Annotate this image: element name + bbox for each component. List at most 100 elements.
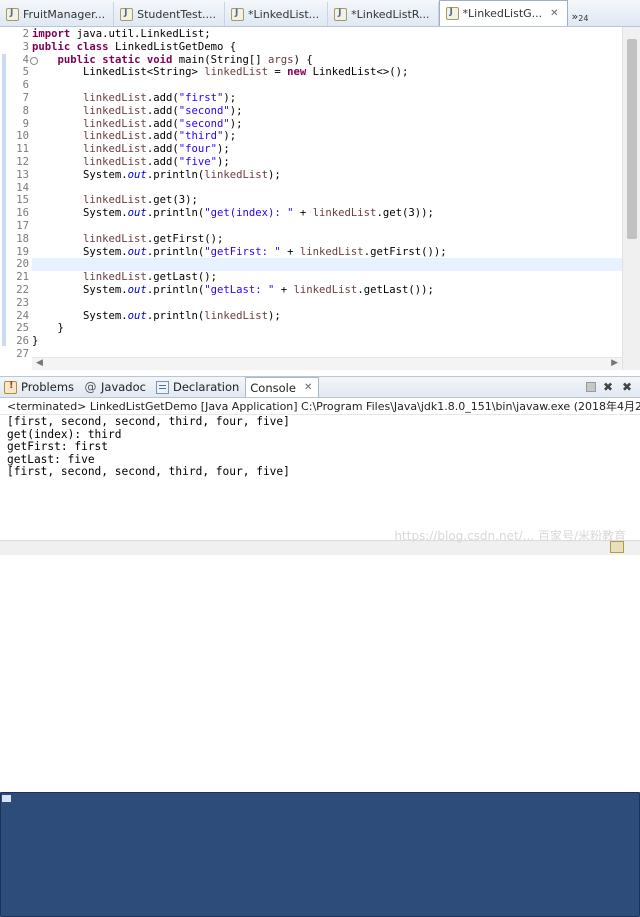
console-icon xyxy=(0,792,640,917)
code-line[interactable]: System.out.println("get(index): " + link… xyxy=(32,207,622,220)
line-number: 20 xyxy=(16,258,29,271)
code-line[interactable]: } xyxy=(32,335,622,348)
line-number: 13 xyxy=(16,168,29,181)
line-number: 24 xyxy=(16,309,29,322)
java-file-icon xyxy=(120,7,134,21)
code-line[interactable]: public class LinkedListGetDemo { xyxy=(32,41,622,54)
panel-tab-console[interactable]: Console ✕ xyxy=(0,377,640,917)
code-line[interactable] xyxy=(32,220,622,233)
scroll-left-icon[interactable]: ◀ xyxy=(36,358,43,368)
code-line[interactable]: LinkedList<String> linkedList = new Link… xyxy=(32,66,622,79)
declaration-icon xyxy=(155,380,169,394)
editor-tab[interactable]: FruitManager... xyxy=(0,2,115,26)
panel-tab-javadoc[interactable]: @ Javadoc xyxy=(80,377,152,397)
java-file-icon xyxy=(6,7,19,21)
hidden-tabs-count: 24 xyxy=(578,14,589,23)
panel-tab-bar: Problems @ Javadoc Declaration Console ✕ ✖ ✖ xyxy=(0,376,640,917)
code-line[interactable] xyxy=(32,297,622,310)
scrollbar-thumb[interactable] xyxy=(627,39,637,239)
editor-tab[interactable]: StudentTest.... xyxy=(114,2,226,26)
console-toolbar: ✖ ✖ xyxy=(586,380,640,394)
line-number: 6 xyxy=(22,79,29,92)
line-number: 23 xyxy=(16,296,29,309)
overview-ruler xyxy=(0,27,8,370)
code-line[interactable]: System.out.println(linkedList); xyxy=(32,169,622,182)
code-line[interactable]: } xyxy=(32,322,622,335)
line-number: 27 xyxy=(16,347,29,360)
line-number: 3 xyxy=(22,40,29,53)
terminate-icon[interactable] xyxy=(586,382,596,392)
horizontal-scrollbar[interactable]: ◀ ▶ xyxy=(32,357,622,370)
code-line[interactable]: linkedList.getLast(); xyxy=(32,271,622,284)
chevron-double-right-icon: » xyxy=(571,10,579,23)
line-number: 26 xyxy=(16,335,29,348)
code-line[interactable]: linkedList.add("second"); xyxy=(32,118,622,131)
console-output[interactable]: [first, second, second, third, four, fiv… xyxy=(0,415,640,540)
editor-tab-label: StudentTest.... xyxy=(137,7,217,21)
line-number: 5 xyxy=(22,66,29,79)
scroll-right-icon[interactable]: ▶ xyxy=(611,358,618,368)
trim-stack-icon[interactable] xyxy=(610,541,624,553)
code-line[interactable]: linkedList.add("third"); xyxy=(32,130,622,143)
java-file-icon xyxy=(334,7,348,21)
code-line[interactable]: linkedList.add("four"); xyxy=(32,143,622,156)
code-line[interactable]: linkedList.add("first"); xyxy=(32,92,622,105)
problems-icon xyxy=(4,380,17,394)
line-number: 10 xyxy=(16,130,29,143)
console-line: [first, second, second, third, four, fiv… xyxy=(7,465,290,479)
code-line[interactable]: import java.util.LinkedList; xyxy=(32,28,622,41)
panel-tab-problems[interactable]: Problems xyxy=(0,377,80,397)
code-area[interactable]: import java.util.LinkedList; public class… xyxy=(32,27,622,357)
line-number: 21 xyxy=(16,271,29,284)
editor-tab-label: FruitManager... xyxy=(23,7,106,21)
close-tab-icon[interactable]: ✕ xyxy=(550,8,558,19)
panel-tab-declaration[interactable]: Declaration xyxy=(152,377,245,397)
code-line[interactable]: System.out.println("getFirst: " + linked… xyxy=(32,246,622,259)
editor-tab-label: *LinkedList... xyxy=(248,7,320,21)
remove-launch-icon[interactable]: ✖ xyxy=(601,380,615,394)
code-line[interactable]: linkedList.get(3); xyxy=(32,194,622,207)
tabs-overflow-button[interactable]: » 24 xyxy=(568,10,593,26)
code-line[interactable] xyxy=(32,79,622,92)
line-number: 9 xyxy=(22,117,29,130)
remove-all-terminated-icon[interactable]: ✖ xyxy=(620,380,634,394)
watermark: https://blog.csdn.net/... 百家号/米粉教育 xyxy=(394,529,626,543)
line-number-gutter: 2 3 4 5 6 7 8 9 10 11 12 13 14 15 16 17 18 19 20 21 22 23 24 25… xyxy=(8,27,38,370)
line-number: 22 xyxy=(16,283,29,296)
console-status-line: <terminated> LinkedListGetDemo [Java App… xyxy=(0,398,640,415)
code-line[interactable] xyxy=(32,182,622,195)
code-line[interactable]: System.out.println("getLast: " + linkedL… xyxy=(32,284,622,297)
editor-tab-label: *LinkedListG... xyxy=(462,7,543,20)
line-number: 12 xyxy=(16,155,29,168)
code-line[interactable]: System.out.println(linkedList); xyxy=(32,310,622,323)
editor-tab[interactable]: *LinkedListG... ✕ xyxy=(438,0,568,26)
line-number: 14 xyxy=(16,181,29,194)
line-number: 11 xyxy=(16,143,29,156)
line-number: 8 xyxy=(22,104,29,117)
close-tab-icon[interactable]: ✕ xyxy=(304,382,312,393)
code-editor[interactable]: 2 3 4 5 6 7 8 9 10 11 12 13 14 15 16 17 18 19 20 21 22 23 24 25… xyxy=(0,27,640,370)
editor-tab[interactable]: *LinkedListR... xyxy=(328,2,439,26)
code-line[interactable] xyxy=(32,258,622,272)
panel-tab-label: Javadoc xyxy=(101,380,146,394)
editor-tab[interactable]: *LinkedList... xyxy=(225,2,329,26)
line-number: 7 xyxy=(22,91,29,104)
line-number: 18 xyxy=(16,232,29,245)
code-line[interactable]: linkedList.add("five"); xyxy=(32,156,622,169)
panel-tab-label: Declaration xyxy=(172,380,240,394)
java-file-icon xyxy=(231,7,245,21)
panel-tab-label: Console xyxy=(250,380,296,395)
line-number: 25 xyxy=(16,322,29,335)
vertical-scrollbar[interactable] xyxy=(622,27,640,370)
line-number: 4 xyxy=(8,54,38,67)
javadoc-icon: @ xyxy=(84,379,97,394)
code-line[interactable]: public static void main(String[] args) { xyxy=(32,54,622,67)
console-line: [first, second, second, third, four, fiv… xyxy=(7,415,290,428)
line-number: 16 xyxy=(16,207,29,220)
editor-tab-bar: FruitManager... StudentTest.... *LinkedLis… xyxy=(0,0,640,27)
code-line[interactable]: linkedList.getFirst(); xyxy=(32,233,622,246)
line-number: 15 xyxy=(16,194,29,207)
line-number: 19 xyxy=(16,245,29,258)
code-line[interactable]: linkedList.add("second"); xyxy=(32,105,622,118)
panel-tab-label: Problems xyxy=(21,380,75,394)
